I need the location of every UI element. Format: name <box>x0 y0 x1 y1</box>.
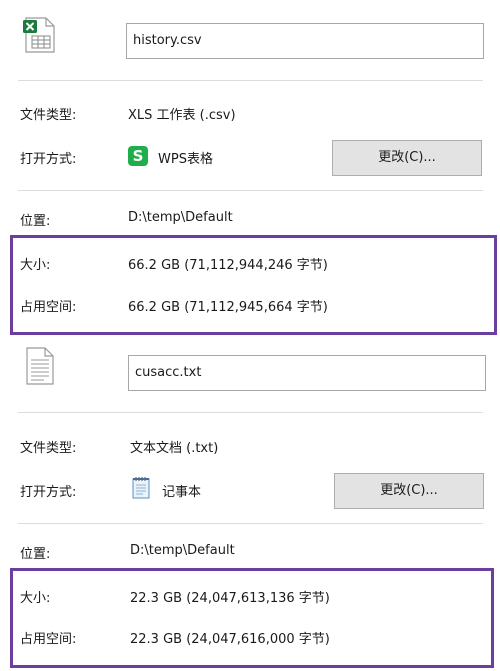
size-on-disk-label: 占用空间: <box>20 300 77 315</box>
file-type-label: 文件类型: <box>20 108 77 123</box>
open-with-label: 打开方式: <box>20 152 77 167</box>
open-with-app: 记事本 <box>162 485 202 500</box>
file-type-value: 文本文档 (.txt) <box>130 441 219 456</box>
highlight-box <box>10 568 494 668</box>
filename-field[interactable]: cusacc.txt <box>128 355 486 391</box>
size-on-disk-label: 占用空间: <box>20 632 77 647</box>
text-file-icon <box>26 347 54 385</box>
location-value: D:\temp\Default <box>130 543 235 558</box>
size-on-disk-value: 22.3 GB (24,047,616,000 字节) <box>130 632 330 647</box>
location-label: 位置: <box>20 214 51 229</box>
size-value: 66.2 GB (71,112,944,246 字节) <box>128 258 328 273</box>
highlight-box <box>10 235 497 335</box>
size-label: 大小: <box>20 591 51 606</box>
size-on-disk-value: 66.2 GB (71,112,945,664 字节) <box>128 300 328 315</box>
size-value: 22.3 GB (24,047,613,136 字节) <box>130 591 330 606</box>
open-with-app: WPS表格 <box>158 152 213 167</box>
separator <box>18 523 483 524</box>
filename-field[interactable]: history.csv <box>126 23 484 59</box>
size-label: 大小: <box>20 258 51 273</box>
location-value: D:\temp\Default <box>128 210 233 225</box>
open-with-label: 打开方式: <box>20 485 77 500</box>
file-type-label: 文件类型: <box>20 441 77 456</box>
notepad-icon <box>132 477 150 499</box>
change-button[interactable]: 更改(C)... <box>332 140 482 176</box>
separator <box>18 412 483 413</box>
file-type-value: XLS 工作表 (.csv) <box>128 108 236 123</box>
location-label: 位置: <box>20 547 51 562</box>
separator <box>18 190 483 191</box>
change-button[interactable]: 更改(C)... <box>334 473 484 509</box>
separator <box>18 80 483 81</box>
wps-spreadsheet-icon: S <box>128 146 148 166</box>
excel-csv-file-icon <box>23 17 55 53</box>
